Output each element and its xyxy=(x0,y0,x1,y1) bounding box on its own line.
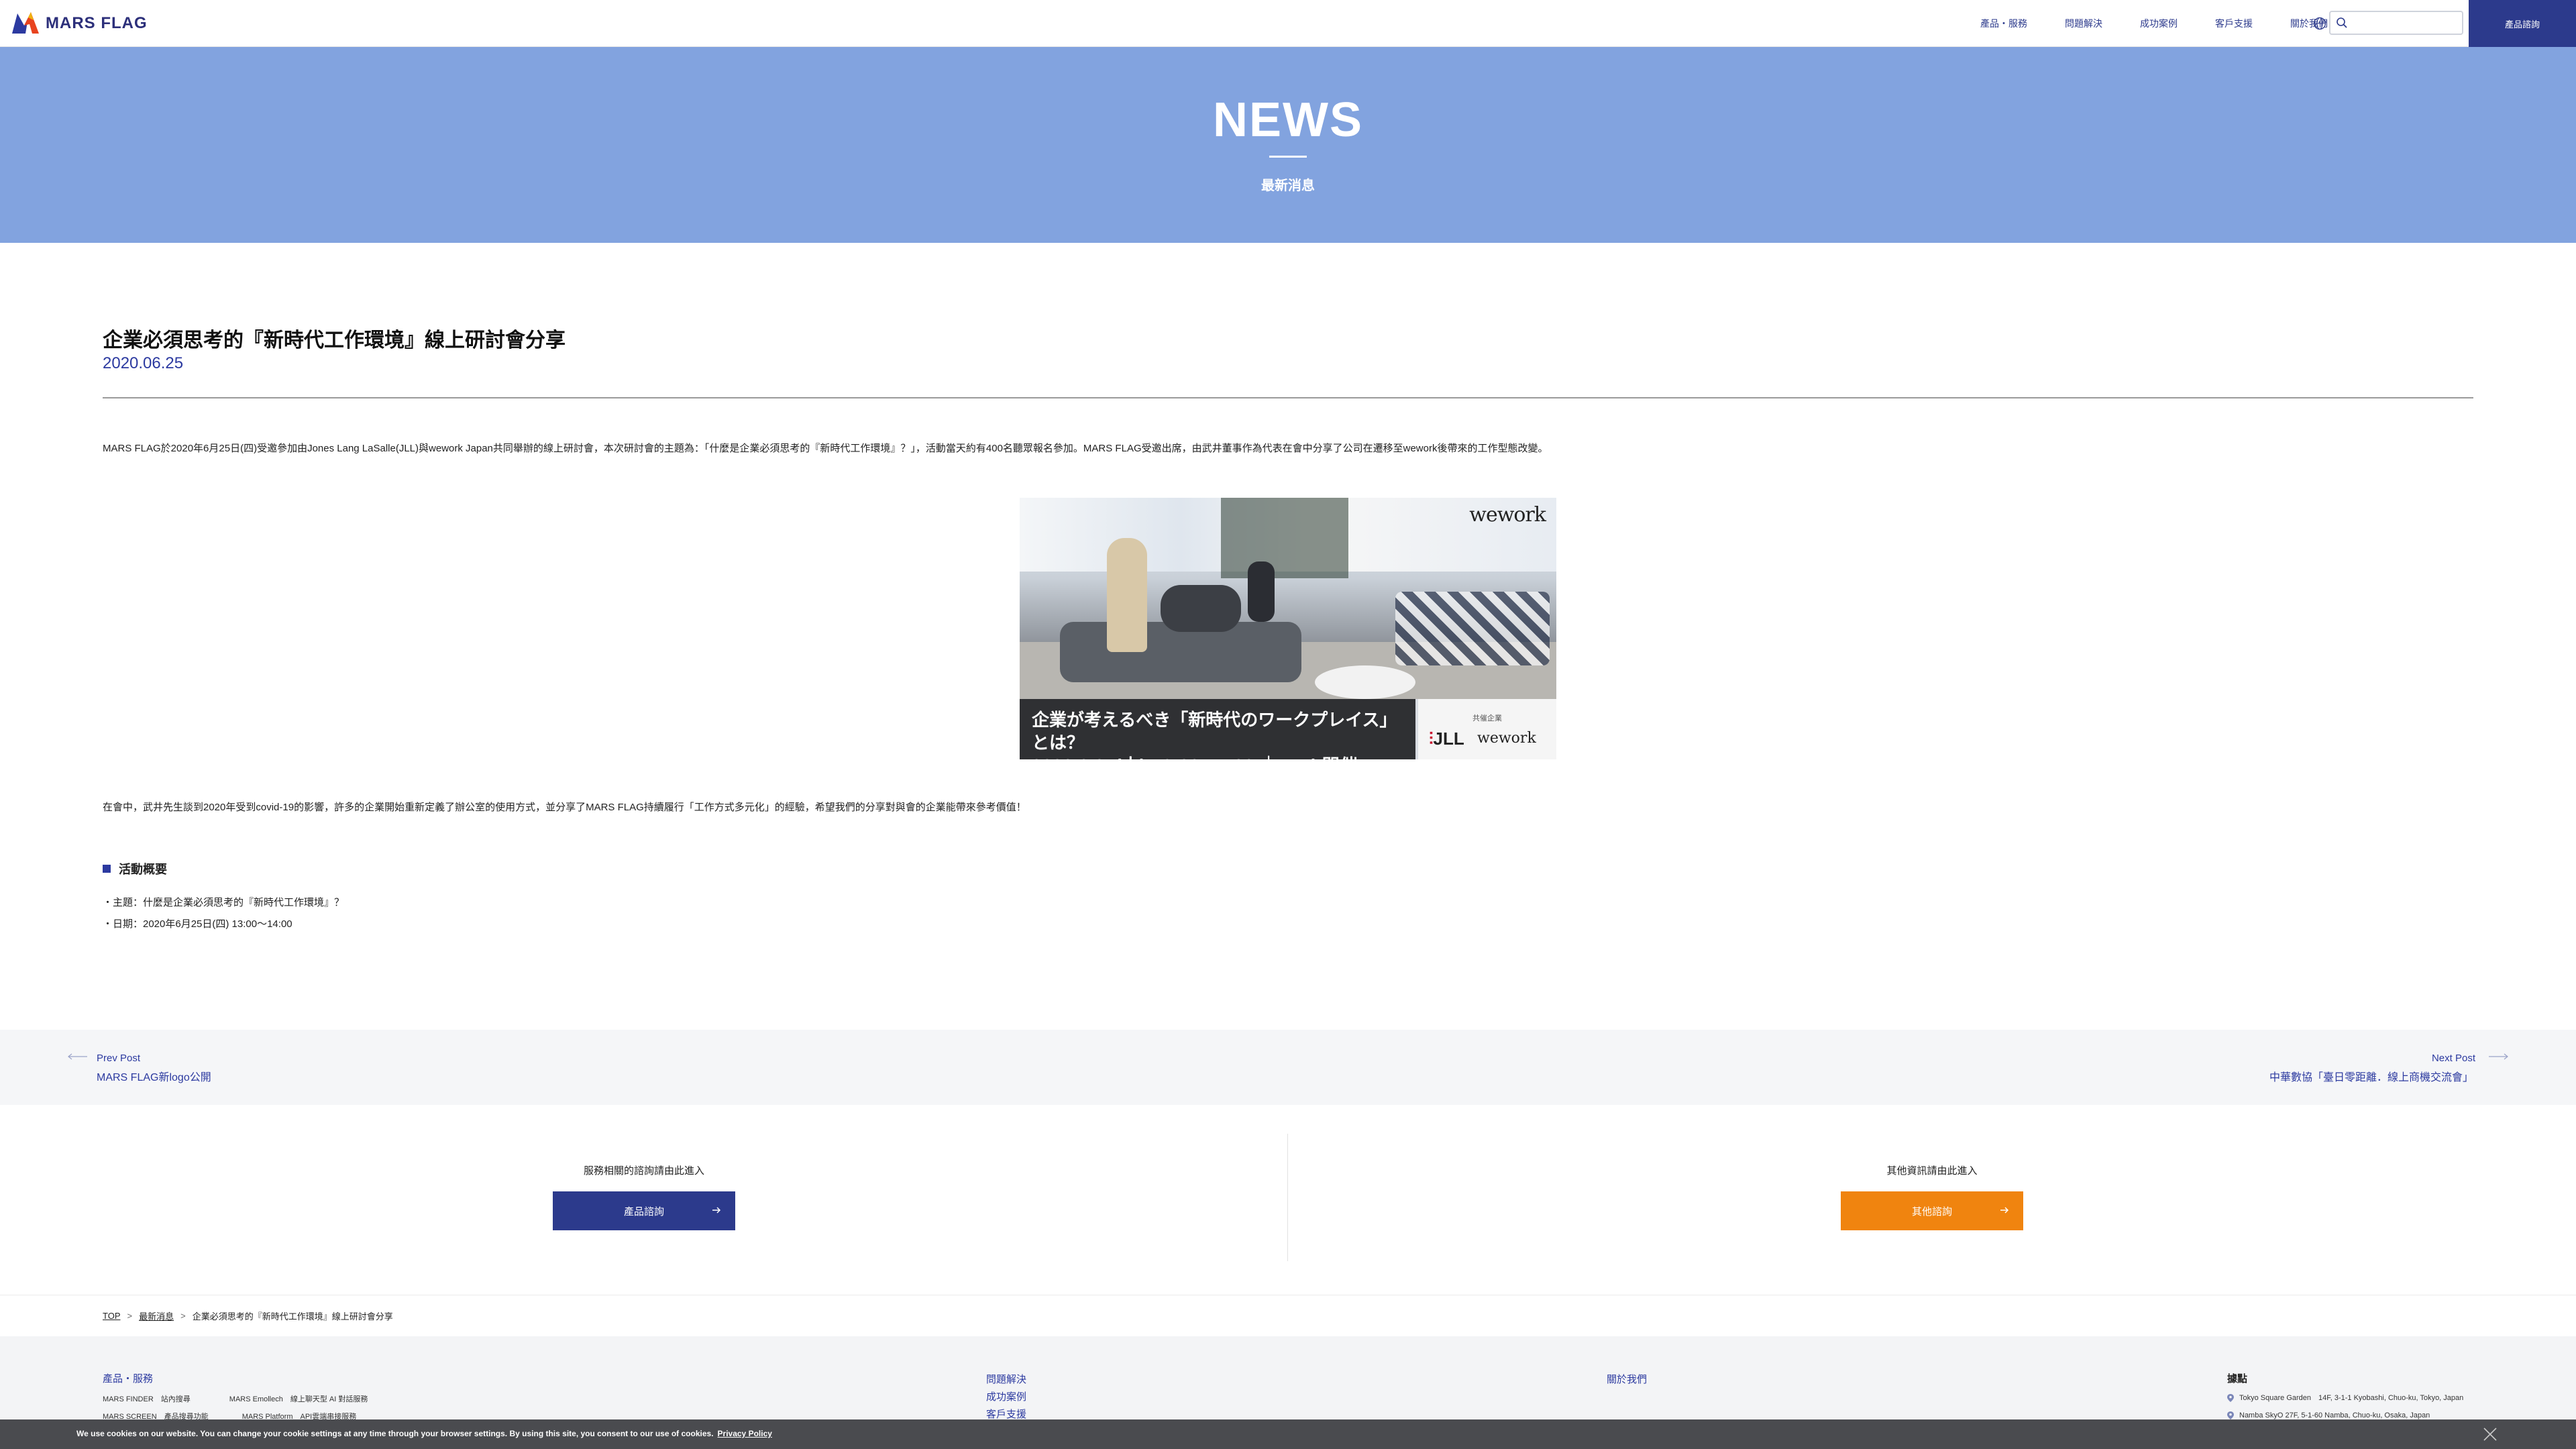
product-inquiry-button[interactable]: 產品諮詢 xyxy=(553,1191,735,1230)
prev-post-label[interactable]: Prev Post xyxy=(97,1053,140,1064)
hero-subtitle: 最新消息 xyxy=(1261,178,1315,193)
nav-support[interactable]: 客戶支援 xyxy=(2215,17,2253,30)
cookie-banner: We use cookies on our website. You can c… xyxy=(0,1419,2576,1449)
arrow-left-icon[interactable] xyxy=(67,1053,87,1060)
footer-base-tokyo: Tokyo Square Garden 14F, 3-1-1 Kyobashi,… xyxy=(2227,1389,2463,1407)
banner-caption: 企業が考えるべき「新時代のワークプレイス」とは？ 2020.6.25(木) 13… xyxy=(1020,699,1415,759)
detail-date: ・日期：2020年6月25日(四) 13:00～14:00 xyxy=(103,918,292,930)
footer-link-solutions[interactable]: 問題解決 xyxy=(986,1371,1026,1389)
breadcrumb-top[interactable]: TOP xyxy=(103,1311,121,1321)
product-inquiry-label: 產品諮詢 xyxy=(623,1205,664,1218)
other-inquiry-label: 其他諮詢 xyxy=(1911,1205,1952,1218)
article-paragraph-2: 在會中，武井先生談到2020年受到covid-19的影響，許多的企業開始重新定義… xyxy=(103,802,1026,813)
search-box[interactable] xyxy=(2329,11,2463,35)
privacy-policy-link[interactable]: Privacy Policy xyxy=(718,1429,772,1438)
search-input[interactable] xyxy=(2352,15,2459,31)
product-inquiry-header-button[interactable]: 產品諮詢 xyxy=(2469,0,2576,47)
sponsor-label: 共催企業 xyxy=(1472,714,1502,722)
arrow-right-icon xyxy=(712,1207,721,1214)
arrow-right-icon[interactable] xyxy=(2489,1053,2509,1060)
service-inquiry-text: 服務相關的諮詢請由此進入 xyxy=(583,1165,704,1177)
jll-logo: ⫶JLL xyxy=(1429,729,1464,749)
hero-divider xyxy=(1269,156,1307,158)
wework-photo-logo: wework xyxy=(1469,503,1546,527)
footer-link-cases[interactable]: 成功案例 xyxy=(986,1389,1026,1406)
footer-products-row-1: MARS FINDER 站內搜尋 MARS Emollech 線上聊天型 AI … xyxy=(103,1391,368,1408)
other-inquiry-button[interactable]: 其他諮詢 xyxy=(1841,1191,2023,1230)
footer-bases-heading: 據點 xyxy=(2227,1373,2248,1385)
footer-product-link[interactable]: MARS Emollech 線上聊天型 AI 對話服務 xyxy=(229,1391,368,1408)
arrow-right-icon xyxy=(2000,1207,2009,1214)
next-post-label[interactable]: Next Post xyxy=(2432,1053,2475,1064)
wework-logo: wework xyxy=(1477,730,1536,747)
prev-post-link[interactable]: MARS FLAG新logo公開 xyxy=(97,1068,211,1084)
sponsor-panel: 共催企業 ⫶JLL wework xyxy=(1418,699,1556,759)
event-details: ・主題：什麼是企業必須思考的『新時代工作環境』？ ・日期：2020年6月25日(… xyxy=(103,892,344,935)
cookie-text: We use cookies on our website. You can c… xyxy=(76,1429,772,1438)
language-globe-icon[interactable] xyxy=(2313,17,2326,30)
breadcrumb-current: 企業必須思考的『新時代工作環境』線上研討會分享 xyxy=(192,1311,393,1322)
banner-caption-line-1: 企業が考えるべき「新時代のワークプレイス」とは？ xyxy=(1032,710,1397,753)
footer-products-heading[interactable]: 產品・服務 xyxy=(103,1371,368,1385)
article-title: 企業必須思考的『新時代工作環境』線上研討會分享 xyxy=(103,329,566,352)
footer-links: 問題解決 成功案例 客戶支援 xyxy=(986,1371,1026,1424)
detail-topic: ・主題：什麼是企業必須思考的『新時代工作環境』？ xyxy=(103,897,345,908)
office-photo: wework xyxy=(1020,498,1556,699)
next-post-link[interactable]: 中華數協「臺日零距離．線上商機交流會」 xyxy=(2269,1068,2473,1084)
footer-link-about[interactable]: 關於我們 xyxy=(1607,1371,1647,1389)
post-navigation: Prev Post MARS FLAG新logo公開 Next Post 中華數… xyxy=(0,1030,2576,1105)
section-square-icon xyxy=(103,865,111,873)
main-nav: 產品・服務 問題解決 成功案例 客戶支援 關於我們 xyxy=(1980,0,2328,47)
logo-text: MARS FLAG xyxy=(46,14,148,32)
contact-divider xyxy=(1287,1134,1288,1261)
breadcrumb-news[interactable]: 最新消息 xyxy=(139,1309,174,1322)
mars-flag-logo-icon xyxy=(12,12,39,34)
footer-products: 產品・服務 MARS FINDER 站內搜尋 MARS Emollech 線上聊… xyxy=(103,1371,368,1426)
seminar-banner-image: wework 企業が考えるべき「新時代のワークプレイス」とは？ 2020.6.2… xyxy=(1020,498,1556,759)
nav-products[interactable]: 產品・服務 xyxy=(1980,17,2027,30)
location-pin-icon xyxy=(2227,1394,2234,1402)
other-inquiry-text: 其他資訊請由此進入 xyxy=(1886,1165,1978,1177)
section-title: 活動概要 xyxy=(119,863,167,876)
article-paragraph-1: MARS FLAG於2020年6月25日(四)受邀參加由Jones Lang L… xyxy=(103,443,1548,454)
breadcrumb-separator: > xyxy=(127,1311,133,1321)
site-logo[interactable]: MARS FLAG xyxy=(11,11,148,36)
article-date: 2020.06.25 xyxy=(103,354,184,372)
site-header: MARS FLAG 產品・服務 問題解決 成功案例 客戶支援 關於我們 產品諮詢 xyxy=(0,0,2576,47)
banner-caption-line-2: 2020.6.25(木) 13:00-14:00 ｜ Web開催 xyxy=(1032,754,1403,759)
breadcrumb: TOP > 最新消息 > 企業必須思考的『新時代工作環境』線上研討會分享 xyxy=(0,1295,2576,1336)
footer-product-link[interactable]: MARS FINDER 站內搜尋 xyxy=(103,1391,191,1408)
hero-title: NEWS xyxy=(1213,93,1363,147)
footer-about: 關於我們 xyxy=(1607,1371,1647,1389)
page-hero: NEWS 最新消息 xyxy=(0,47,2576,243)
location-pin-icon xyxy=(2227,1411,2234,1419)
event-overview-heading: 活動概要 xyxy=(103,860,167,877)
search-icon xyxy=(2337,17,2347,28)
close-icon[interactable] xyxy=(2482,1426,2498,1442)
footer-bases: 據點 Tokyo Square Garden 14F, 3-1-1 Kyobas… xyxy=(2227,1371,2463,1424)
nav-solutions[interactable]: 問題解決 xyxy=(2065,17,2102,30)
breadcrumb-separator: > xyxy=(180,1311,186,1321)
nav-cases[interactable]: 成功案例 xyxy=(2140,17,2178,30)
article-divider xyxy=(103,397,2473,398)
